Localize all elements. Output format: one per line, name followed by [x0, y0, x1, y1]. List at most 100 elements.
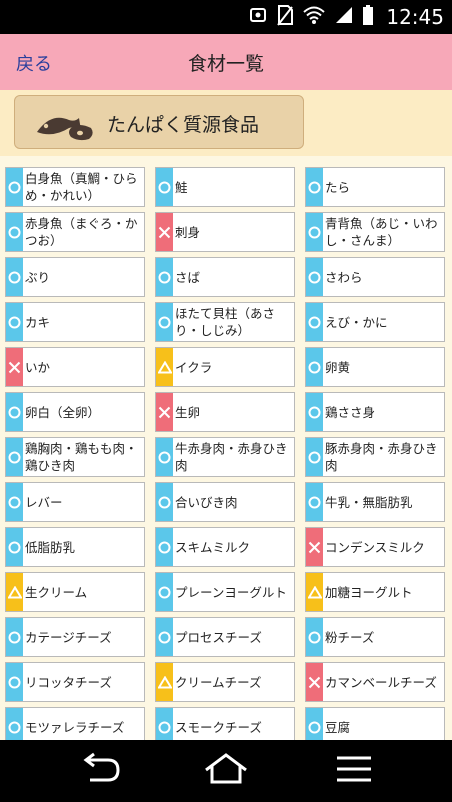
back-nav-icon[interactable]	[78, 752, 122, 790]
category-header[interactable]: たんぱく質源食品	[14, 95, 304, 149]
food-name: ぶり	[25, 269, 51, 285]
food-item[interactable]: 加糖ヨーグルト	[305, 572, 445, 612]
food-list-content: たんぱく質源食品 白身魚（真鯛・ひらめ・かれい） 鮭 たら赤身魚（まぐろ・かつお） 刺…	[0, 90, 452, 740]
circle-mark-icon	[6, 618, 23, 656]
food-item[interactable]: 青背魚（あじ・いわし・さんま）	[305, 212, 445, 252]
category-label: たんぱく質源食品	[107, 114, 260, 136]
food-name: コンデンスミルク	[325, 539, 425, 555]
food-item[interactable]: 鮭	[155, 167, 295, 207]
circle-mark-icon	[156, 438, 173, 476]
food-item[interactable]: レバー	[5, 482, 145, 522]
food-name: えび・かに	[325, 314, 388, 330]
food-item[interactable]: 生卵	[155, 392, 295, 432]
food-item[interactable]: 合いびき肉	[155, 482, 295, 522]
triangle-mark-icon	[306, 573, 323, 611]
food-item[interactable]: いか	[5, 347, 145, 387]
food-name: 鮭	[175, 179, 188, 195]
food-item[interactable]: たら	[305, 167, 445, 207]
food-item[interactable]: 豆腐	[305, 707, 445, 740]
food-name: 合いびき肉	[175, 494, 238, 510]
circle-mark-icon	[6, 708, 23, 740]
circle-mark-icon	[306, 348, 323, 386]
circle-mark-icon	[6, 303, 23, 341]
food-item[interactable]: ほたて貝柱（あさり・しじみ）	[155, 302, 295, 342]
food-name: 牛赤身肉・赤身ひき肉	[175, 441, 288, 473]
circle-mark-icon	[156, 708, 173, 740]
food-item[interactable]: 刺身	[155, 212, 295, 252]
circle-mark-icon	[306, 483, 323, 521]
food-item[interactable]: 生クリーム	[5, 572, 145, 612]
food-name: クリームチーズ	[175, 674, 262, 690]
triangle-mark-icon	[156, 663, 173, 701]
fish-and-meat-icon	[35, 104, 97, 148]
circle-mark-icon	[306, 258, 323, 296]
food-item[interactable]: えび・かに	[305, 302, 445, 342]
food-item[interactable]: 鶏ささ身	[305, 392, 445, 432]
wifi-icon	[302, 5, 326, 29]
food-item[interactable]: コンデンスミルク	[305, 527, 445, 567]
circle-mark-icon	[156, 483, 173, 521]
circle-mark-icon	[306, 393, 323, 431]
menu-nav-icon[interactable]	[334, 752, 374, 790]
food-name: プロセスチーズ	[175, 629, 262, 645]
circle-mark-icon	[156, 618, 173, 656]
circle-mark-icon	[306, 303, 323, 341]
food-item[interactable]: さば	[155, 257, 295, 297]
food-name: さば	[175, 269, 201, 285]
food-item[interactable]: イクラ	[155, 347, 295, 387]
food-item[interactable]: 白身魚（真鯛・ひらめ・かれい）	[5, 167, 145, 207]
circle-mark-icon	[156, 573, 173, 611]
food-name: 牛乳・無脂肪乳	[325, 494, 413, 510]
food-item[interactable]: 粉チーズ	[305, 617, 445, 657]
food-item[interactable]: 牛乳・無脂肪乳	[305, 482, 445, 522]
circle-mark-icon	[6, 528, 23, 566]
food-item[interactable]: 鶏胸肉・鶏もも肉・鶏ひき肉	[5, 437, 145, 477]
circle-mark-icon	[306, 168, 323, 206]
food-name: 卵黄	[325, 359, 351, 375]
food-item[interactable]: さわら	[305, 257, 445, 297]
food-name: 卵白（全卵）	[25, 404, 101, 420]
cross-mark-icon	[306, 528, 323, 566]
food-item[interactable]: 卵黄	[305, 347, 445, 387]
food-item[interactable]: カテージチーズ	[5, 617, 145, 657]
food-name: 加糖ヨーグルト	[325, 584, 413, 600]
circle-mark-icon	[306, 213, 323, 251]
food-item[interactable]: カマンベールチーズ	[305, 662, 445, 702]
cross-mark-icon	[156, 213, 173, 251]
food-item[interactable]: プレーンヨーグルト	[155, 572, 295, 612]
food-item[interactable]: プロセスチーズ	[155, 617, 295, 657]
food-item[interactable]: 豚赤身肉・赤身ひき肉	[305, 437, 445, 477]
status-bar: 12:45	[0, 0, 452, 34]
food-item[interactable]: 牛赤身肉・赤身ひき肉	[155, 437, 295, 477]
circle-mark-icon	[6, 483, 23, 521]
food-name: 粉チーズ	[325, 629, 375, 645]
food-name: たら	[325, 179, 351, 195]
triangle-mark-icon	[156, 348, 173, 386]
circle-mark-icon	[6, 168, 23, 206]
circle-mark-icon	[6, 438, 23, 476]
food-item[interactable]: カキ	[5, 302, 145, 342]
food-item[interactable]: ぶり	[5, 257, 145, 297]
food-name: プレーンヨーグルト	[175, 584, 287, 600]
page-title: 食材一覧	[187, 53, 264, 75]
status-time: 12:45	[386, 5, 444, 29]
food-item[interactable]: モツァレラチーズ	[5, 707, 145, 740]
food-item[interactable]: スキムミルク	[155, 527, 295, 567]
food-item[interactable]: リコッタチーズ	[5, 662, 145, 702]
food-name: リコッタチーズ	[25, 674, 112, 690]
food-name: 鶏胸肉・鶏もも肉・鶏ひき肉	[25, 441, 138, 473]
food-item[interactable]: スモークチーズ	[155, 707, 295, 740]
food-name: 豚赤身肉・赤身ひき肉	[325, 441, 438, 473]
circle-mark-icon	[156, 168, 173, 206]
food-item[interactable]: 低脂肪乳	[5, 527, 145, 567]
food-name: カマンベールチーズ	[325, 674, 437, 690]
food-item[interactable]: クリームチーズ	[155, 662, 295, 702]
circle-mark-icon	[156, 303, 173, 341]
food-item[interactable]: 卵白（全卵）	[5, 392, 145, 432]
home-nav-icon[interactable]	[203, 752, 249, 790]
signal-icon	[334, 5, 354, 29]
food-name: 鶏ささ身	[325, 404, 376, 420]
food-name: 刺身	[175, 224, 201, 240]
food-name: スキムミルク	[175, 539, 251, 555]
food-item[interactable]: 赤身魚（まぐろ・かつお）	[5, 212, 145, 252]
